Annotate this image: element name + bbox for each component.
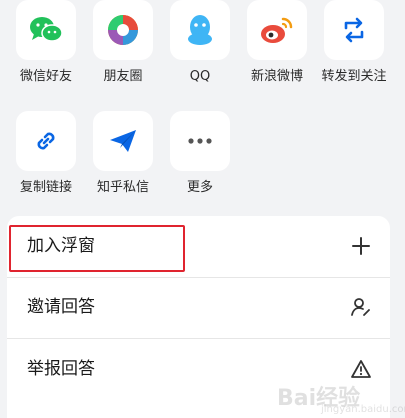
paper-plane-icon	[110, 130, 136, 152]
wechat-icon	[30, 17, 63, 42]
share-panel: 微信好友 朋友圈 QQ 新浪微博 转发到关注 复制链接 知乎私信 更多	[0, 0, 405, 200]
link-icon	[37, 132, 55, 150]
share-qq-button[interactable]	[170, 0, 230, 60]
moments-icon	[108, 15, 138, 45]
share-moments-button[interactable]	[93, 0, 153, 60]
share-label: 微信好友	[19, 69, 72, 84]
repost-icon	[344, 17, 364, 43]
more-button[interactable]	[170, 111, 230, 171]
action-label: 邀请回答	[27, 297, 95, 317]
zhihu-message-button[interactable]	[93, 111, 153, 171]
share-wechat-button[interactable]	[16, 0, 76, 60]
share-label: 复制链接	[19, 180, 72, 195]
warning-icon	[351, 360, 371, 378]
qq-icon	[188, 15, 212, 45]
watermark: Bai经验 jingyan.baidu.com	[277, 380, 405, 418]
share-repost-button[interactable]	[324, 0, 384, 60]
share-label: 知乎私信	[96, 180, 149, 195]
share-label: 新浪微博	[250, 69, 303, 84]
share-label: 转发到关注	[321, 69, 387, 84]
weibo-icon	[261, 17, 293, 43]
share-weibo-button[interactable]	[247, 0, 307, 60]
watermark-url: jingyan.baidu.com	[321, 404, 405, 415]
invite-answer-item[interactable]: 邀请回答	[7, 278, 390, 336]
action-label: 举报回答	[27, 359, 95, 379]
share-label: 朋友圈	[103, 69, 143, 84]
copy-link-button[interactable]	[16, 111, 76, 171]
plus-icon	[352, 237, 370, 255]
share-label: QQ	[189, 69, 211, 84]
more-icon	[188, 138, 212, 144]
share-label: 更多	[186, 180, 213, 195]
divider	[7, 338, 390, 339]
invite-user-icon	[351, 298, 370, 316]
highlight-box	[9, 225, 185, 272]
